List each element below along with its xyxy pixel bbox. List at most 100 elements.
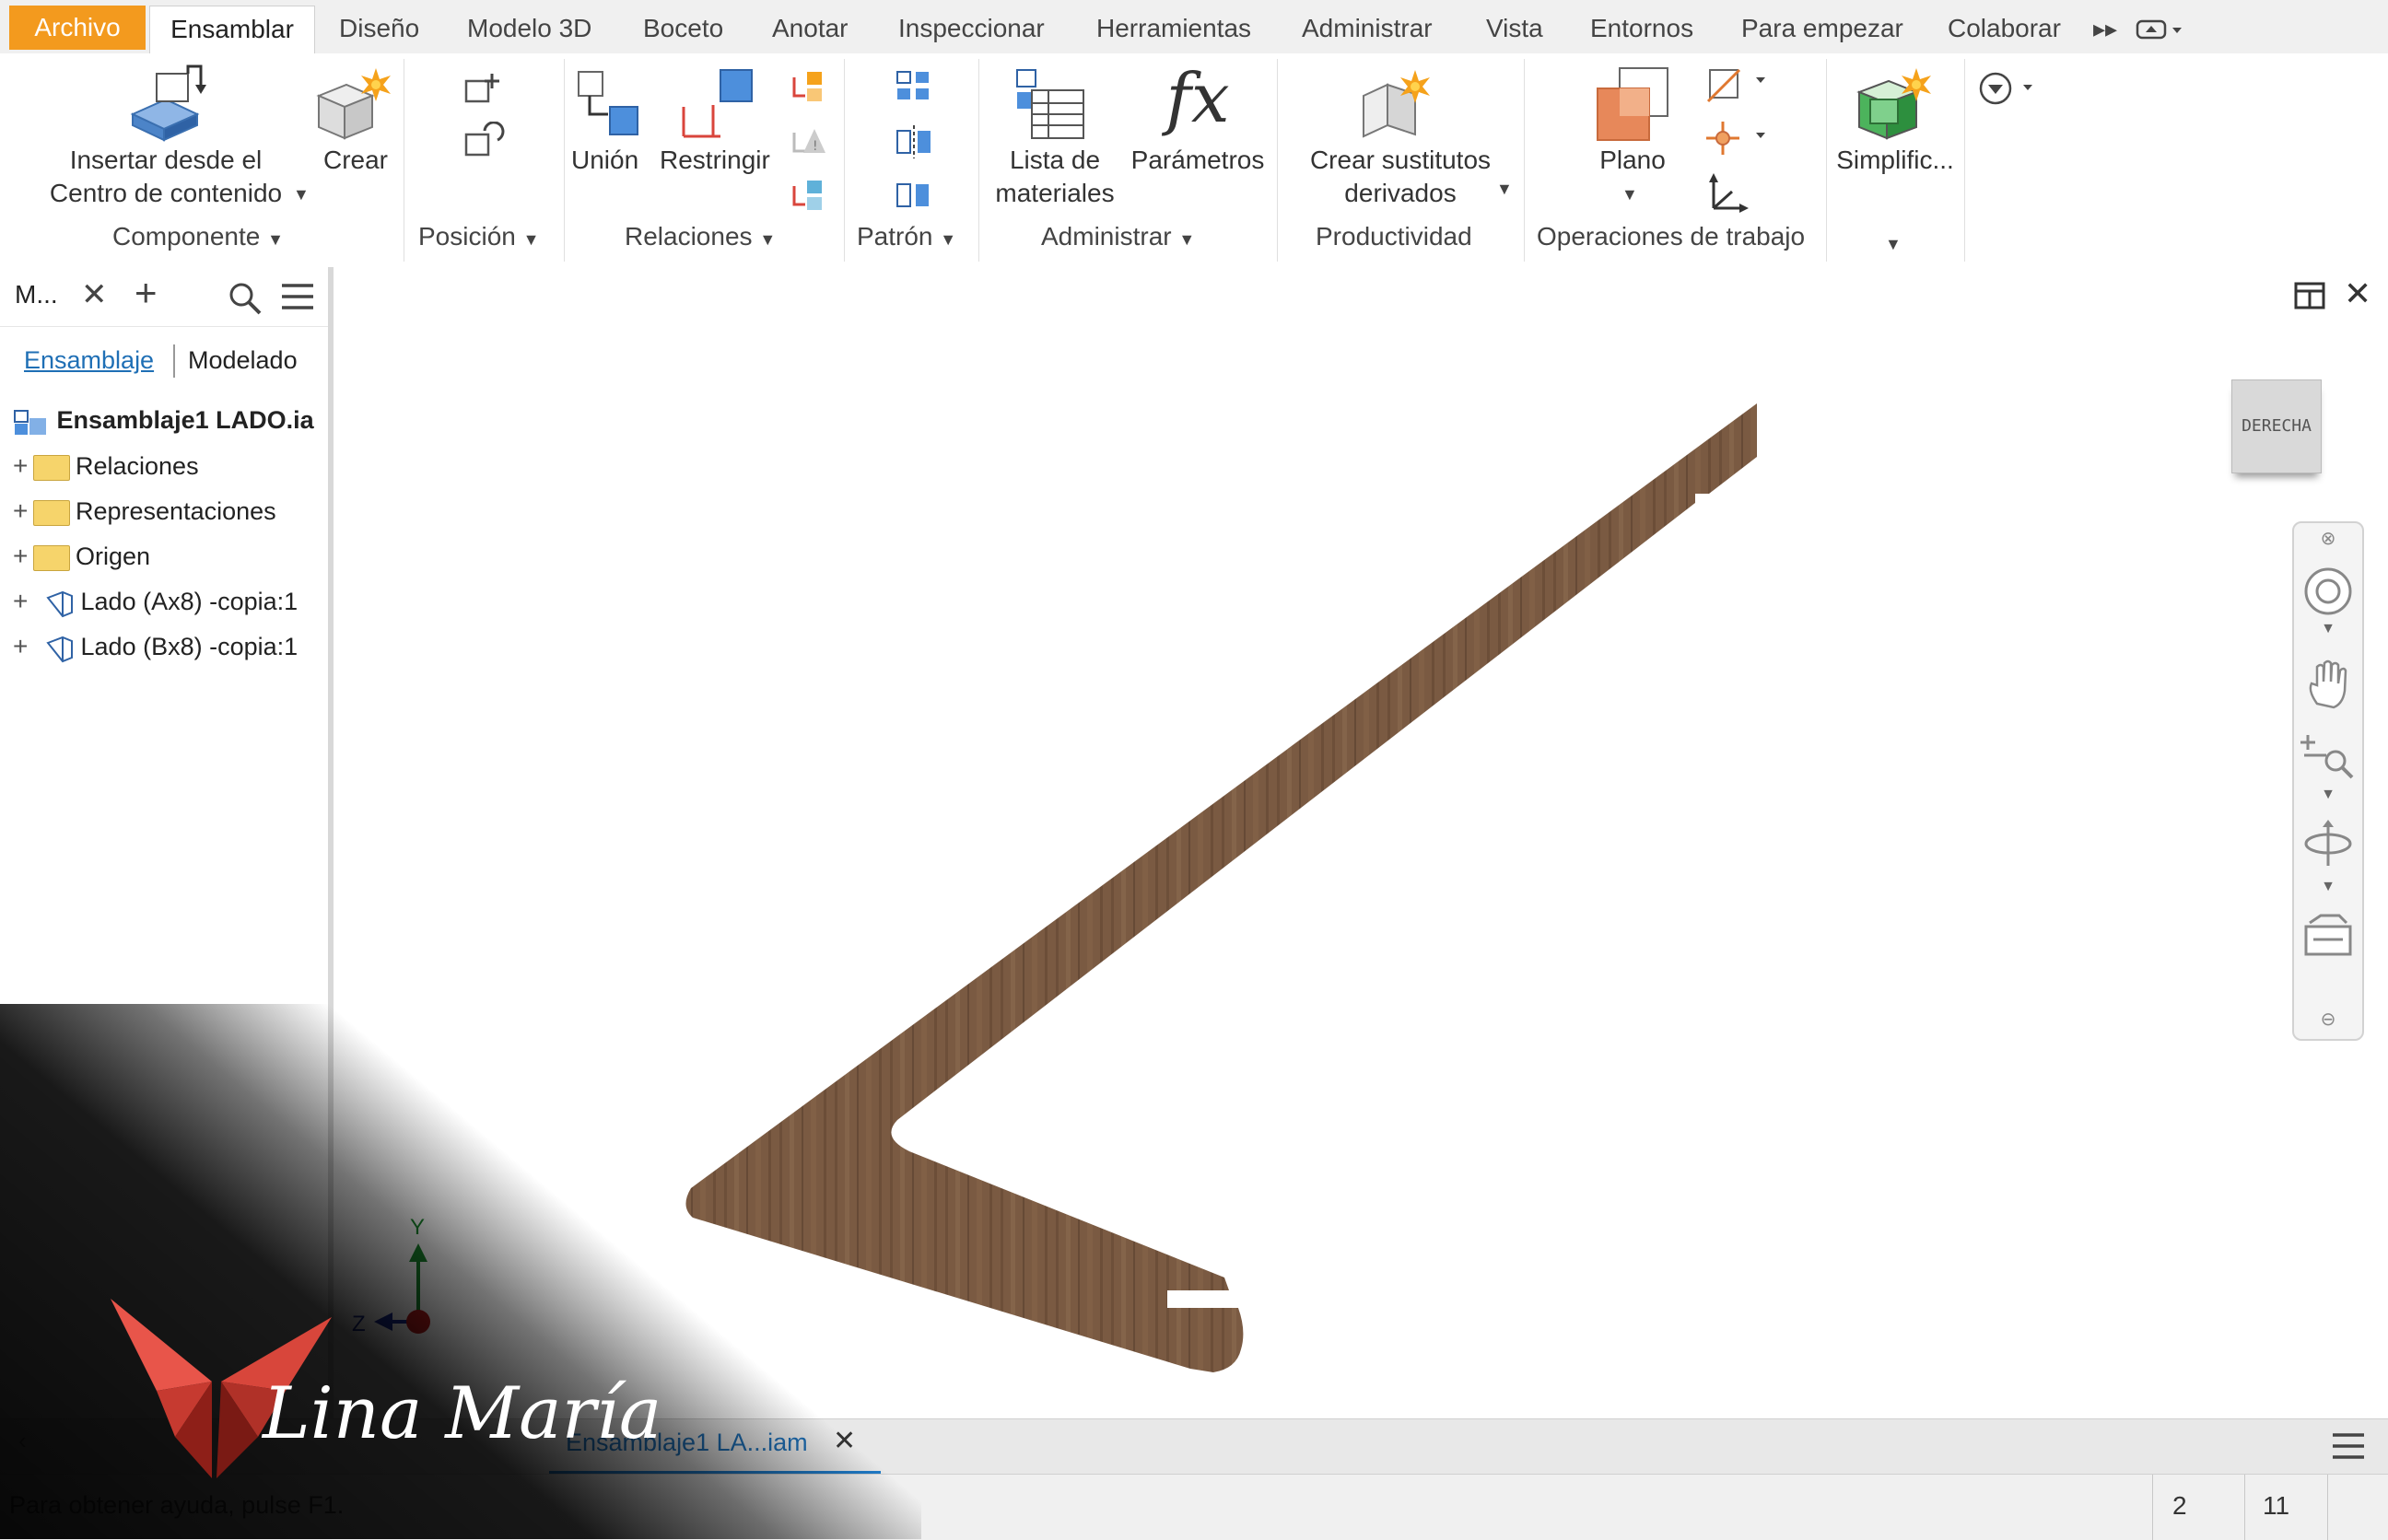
steering-wheel-icon[interactable] <box>2294 566 2362 622</box>
derived-dropdown-icon[interactable]: ▼ <box>1496 169 1513 205</box>
tab-3d-model[interactable]: Modelo 3D <box>467 6 591 52</box>
pan-icon[interactable] <box>2294 658 2362 718</box>
group-pattern-label[interactable]: Patrón ▼ <box>857 222 956 251</box>
tab-file[interactable]: Archivo <box>9 6 146 50</box>
tab-get-started[interactable]: Para empezar <box>1741 6 1903 52</box>
viewcube[interactable]: DERECHA <box>2231 379 2322 473</box>
pattern-component-icon[interactable] <box>894 66 934 111</box>
ucs-icon[interactable] <box>1704 171 1750 220</box>
nav-dropdown-icon[interactable]: ▼ <box>2294 621 2362 637</box>
tab-inspect[interactable]: Inspeccionar <box>898 6 1045 52</box>
nav-close-icon[interactable]: ⊗ <box>2294 527 2362 550</box>
svg-text:!: ! <box>813 139 818 154</box>
browser-add-icon[interactable]: + <box>135 271 158 315</box>
create-component-icon[interactable] <box>313 64 396 150</box>
move-component-icon[interactable] <box>461 68 507 113</box>
more-tabs-icon[interactable]: ▸▸ <box>2093 6 2117 52</box>
joint-label[interactable]: Unión <box>571 144 638 177</box>
group-manage-label[interactable]: Administrar ▼ <box>1041 222 1195 251</box>
browser-close-icon[interactable]: ✕ <box>81 276 108 313</box>
point-icon[interactable] <box>1704 118 1769 163</box>
tree-item-relations[interactable]: + Relaciones <box>13 448 199 484</box>
orbit-icon[interactable] <box>2294 818 2362 874</box>
create-label[interactable]: Crear <box>313 144 398 177</box>
group-productivity-label[interactable]: Productividad <box>1316 222 1472 251</box>
content-center-dropdown-icon[interactable]: ▼ <box>293 175 310 211</box>
tree-item-part-a[interactable]: + Lado (Ax8) -copia:1 <box>13 583 298 620</box>
wood-profile-model[interactable] <box>334 267 2388 1418</box>
parameters-label[interactable]: Parámetros <box>1124 144 1271 177</box>
tree-item-part-b[interactable]: + Lado (Bx8) -copia:1 <box>13 628 298 665</box>
bom-label-1[interactable]: Lista de <box>986 144 1124 177</box>
customize-ribbon-icon[interactable] <box>1977 68 2042 113</box>
show-problem-relations-icon[interactable]: ! <box>789 122 829 167</box>
expand-icon[interactable]: + <box>13 448 33 484</box>
tab-environments[interactable]: Entornos <box>1590 6 1693 52</box>
content-center-label-1[interactable]: Insertar desde el <box>37 144 295 177</box>
plane-icon[interactable] <box>1592 64 1671 150</box>
browser-tab-modeling[interactable]: Modelado <box>188 346 298 375</box>
derived-substitute-icon[interactable] <box>1354 64 1443 150</box>
joint-icon[interactable] <box>573 64 647 146</box>
tab-list-menu-icon[interactable] <box>2331 1430 2366 1466</box>
tab-collaborate[interactable]: Colaborar <box>1948 6 2061 52</box>
group-component-label[interactable]: Componente ▼ <box>112 222 284 251</box>
plane-dropdown-icon[interactable]: ▼ <box>1621 175 1638 211</box>
tab-annotate[interactable]: Anotar <box>772 6 849 52</box>
zoom-icon[interactable] <box>2294 728 2362 784</box>
nav-dropdown-icon[interactable]: ▼ <box>2294 879 2362 895</box>
browser-tab-assembly[interactable]: Ensamblaje <box>24 346 154 375</box>
rotate-component-icon[interactable] <box>461 121 507 167</box>
constrain-label[interactable]: Restringir <box>660 144 770 177</box>
constrain-icon[interactable] <box>676 64 759 146</box>
expand-icon[interactable]: + <box>13 583 33 620</box>
expand-icon[interactable]: + <box>13 493 33 530</box>
tree-item-label: Representaciones <box>76 497 276 525</box>
graphics-viewport[interactable]: ✕ DERECHA ⊗ ▼ ▼ ▼ ⊖ Y Z <box>334 267 2388 1418</box>
axis-icon[interactable] <box>1704 64 1769 110</box>
simplify-icon[interactable] <box>1852 64 1935 150</box>
tab-sketch[interactable]: Boceto <box>643 6 723 52</box>
copy-icon[interactable] <box>894 175 934 220</box>
expand-icon[interactable]: + <box>13 628 33 665</box>
hide-relations-icon[interactable] <box>789 175 829 220</box>
nav-options-icon[interactable]: ⊖ <box>2294 1008 2362 1031</box>
tab-manage[interactable]: Administrar <box>1302 6 1433 52</box>
tab-scroll-left-icon[interactable]: ‹ <box>18 1427 27 1455</box>
simplify-group-caret-icon[interactable]: ▼ <box>1885 227 1902 256</box>
look-at-icon[interactable] <box>2294 910 2362 966</box>
parameters-icon[interactable]: fx <box>1152 57 1244 140</box>
tree-item-origin[interactable]: + Origen <box>13 538 150 575</box>
group-workfeatures-label[interactable]: Operaciones de trabajo <box>1537 222 1805 251</box>
tree-root-label: Ensamblaje1 LADO.ia <box>56 406 314 434</box>
tab-design[interactable]: Diseño <box>339 6 419 52</box>
panel-toggle-icon[interactable] <box>2134 6 2185 52</box>
expand-icon[interactable]: + <box>13 538 33 575</box>
content-center-icon[interactable] <box>120 63 212 150</box>
derived-label-1[interactable]: Crear sustitutos <box>1290 144 1511 177</box>
navigation-bar: ⊗ ▼ ▼ ▼ ⊖ <box>2292 521 2364 1041</box>
nav-dropdown-icon[interactable]: ▼ <box>2294 787 2362 803</box>
group-position-label[interactable]: Posición ▼ <box>418 222 539 251</box>
document-tab[interactable]: Ensamblaje1 LA...iam ✕ <box>549 1419 881 1475</box>
tab-tools[interactable]: Herramientas <box>1096 6 1251 52</box>
bom-label-2[interactable]: materiales <box>986 177 1124 210</box>
group-relations-label[interactable]: Relaciones ▼ <box>625 222 776 251</box>
tab-assemble[interactable]: Ensamblar <box>149 6 315 55</box>
content-center-label-2[interactable]: Centro de contenido <box>37 177 295 210</box>
simplify-label[interactable]: Simplific... <box>1830 144 1961 177</box>
tab-view[interactable]: Vista <box>1486 6 1543 52</box>
derived-label-2[interactable]: derivados <box>1290 177 1511 210</box>
show-relations-icon[interactable] <box>789 66 829 111</box>
model-browser: M... ✕ + Ensamblaje Modelado Ensamblaje1… <box>0 267 334 1418</box>
browser-search-icon[interactable] <box>227 280 263 321</box>
tree-root[interactable]: Ensamblaje1 LADO.ia <box>13 402 314 438</box>
document-tab-bar: ‹ Ensamblaje1 LA...iam ✕ <box>0 1418 2388 1475</box>
document-tab-close-icon[interactable]: ✕ <box>833 1425 856 1457</box>
bill-of-materials-icon[interactable] <box>1012 64 1089 148</box>
browser-menu-icon[interactable] <box>280 280 315 318</box>
tree-item-representations[interactable]: + Representaciones <box>13 493 276 530</box>
plane-label[interactable]: Plano <box>1588 144 1677 177</box>
group-relations-text: Relaciones <box>625 222 753 251</box>
mirror-icon[interactable] <box>894 122 934 167</box>
